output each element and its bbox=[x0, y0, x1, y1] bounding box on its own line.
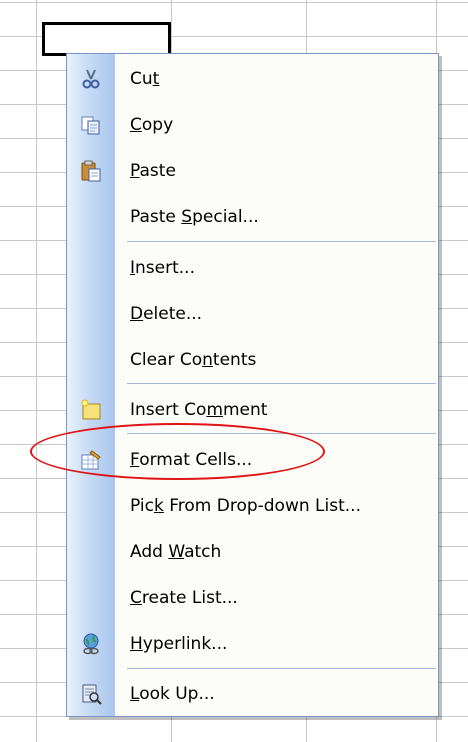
menu-item-insert-comment[interactable]: Insert Comment bbox=[67, 392, 438, 428]
active-cell[interactable] bbox=[42, 22, 171, 56]
menu-item-hyperlink[interactable]: Hyperlink... bbox=[67, 626, 438, 662]
menu-separator bbox=[127, 383, 436, 384]
menu-separator bbox=[127, 241, 436, 242]
menu-separator bbox=[127, 668, 436, 669]
menu-item-label: Hyperlink... bbox=[130, 634, 228, 654]
scissors-icon bbox=[80, 68, 102, 90]
menu-item-insert[interactable]: Insert... bbox=[67, 250, 438, 286]
menu-item-label: Format Cells... bbox=[130, 450, 253, 470]
menu-item-label: Paste bbox=[130, 161, 176, 181]
menu-item-label: Cut bbox=[130, 69, 160, 89]
paste-icon bbox=[80, 160, 102, 182]
menu-item-label: Create List... bbox=[130, 588, 238, 608]
menu-item-pick-from-list[interactable]: Pick From Drop-down List... bbox=[67, 488, 438, 524]
menu-item-clear-contents[interactable]: Clear Contents bbox=[67, 342, 438, 378]
research-icon bbox=[80, 683, 102, 705]
copy-icon bbox=[80, 114, 102, 136]
menu-item-label: Clear Contents bbox=[130, 350, 257, 370]
menu-item-label: Copy bbox=[130, 115, 174, 135]
menu-item-label: Add Watch bbox=[130, 542, 222, 562]
menu-item-create-list[interactable]: Create List... bbox=[67, 580, 438, 616]
column-divider bbox=[36, 0, 37, 742]
menu-item-add-watch[interactable]: Add Watch bbox=[67, 534, 438, 570]
comment-icon bbox=[80, 399, 102, 421]
menu-item-cut[interactable]: Cut bbox=[67, 61, 438, 97]
menu-separator bbox=[127, 433, 436, 434]
menu-item-look-up[interactable]: Look Up... bbox=[67, 676, 438, 712]
hyperlink-icon bbox=[80, 633, 102, 655]
context-menu: Cut Copy Paste Paste Special... Insert..… bbox=[66, 53, 439, 717]
menu-item-copy[interactable]: Copy bbox=[67, 107, 438, 143]
menu-item-paste[interactable]: Paste bbox=[67, 153, 438, 189]
menu-item-label: Pick From Drop-down List... bbox=[130, 496, 361, 516]
menu-item-paste-special[interactable]: Paste Special... bbox=[67, 199, 438, 235]
menu-item-label: Delete... bbox=[130, 304, 203, 324]
menu-item-label: Insert... bbox=[130, 258, 195, 278]
menu-item-label: Insert Comment bbox=[130, 400, 268, 420]
menu-item-format-cells[interactable]: Format Cells... bbox=[67, 442, 438, 478]
menu-item-delete[interactable]: Delete... bbox=[67, 296, 438, 332]
format-cells-icon bbox=[80, 449, 102, 471]
menu-item-label: Look Up... bbox=[130, 684, 215, 704]
menu-item-label: Paste Special... bbox=[130, 207, 259, 227]
